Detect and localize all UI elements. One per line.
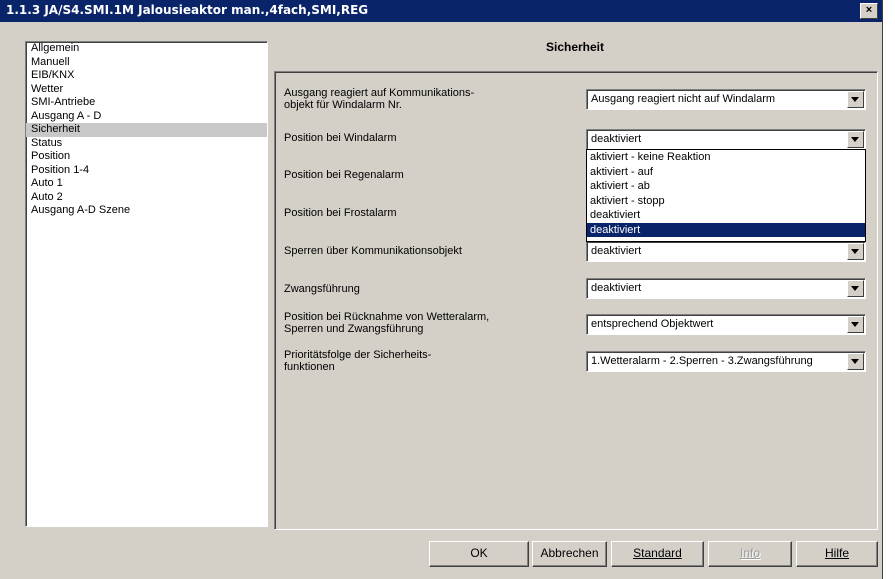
label-line: Position bei Windalarm [284,132,397,144]
param-label-windalarm-objekt: Ausgang reagiert auf Kommunikations- obj… [284,87,474,111]
option-deaktiviert-highlighted[interactable]: deaktiviert [587,222,865,237]
close-button[interactable]: × [860,3,878,19]
chevron-down-icon[interactable] [847,243,864,260]
chevron-down-icon[interactable] [847,91,864,108]
sidebar-item-sicherheit[interactable]: Sicherheit [26,123,267,137]
label-line: Zwangsführung [284,283,360,295]
label-line: Sperren und Zwangsführung [284,323,424,335]
select-value: deaktiviert [591,282,642,294]
help-button[interactable]: Hilfe [796,541,878,567]
position-windalarm-options-list: aktiviert - keine Reaktion aktiviert - a… [586,149,866,242]
label-line: Position bei Frostalarm [284,207,397,219]
param-label-sperren: Sperren über Kommunikationsobjekt [284,245,462,257]
sidebar-item-position-1-4[interactable]: Position 1-4 [26,164,267,178]
zwangsfuehrung-select[interactable]: deaktiviert [586,278,866,299]
window-title: 1.1.3 JA/S4.SMI.1M Jalousieaktor man.,4f… [6,3,369,17]
page-title: Sicherheit [545,40,605,54]
option-aktiviert-auf[interactable]: aktiviert - auf [587,165,865,180]
label-line: Ausgang reagiert auf Kommunikations- [284,87,475,99]
position-windalarm-select[interactable]: deaktiviert [586,129,866,150]
sidebar-item-manuell[interactable]: Manuell [26,56,267,70]
select-value: deaktiviert [591,133,642,145]
windalarm-objekt-select[interactable]: Ausgang reagiert nicht auf Windalarm [586,89,866,110]
label-line: Position bei Regenalarm [284,169,404,181]
chevron-down-icon[interactable] [847,316,864,333]
ruecknahme-select[interactable]: entsprechend Objektwert [586,314,866,335]
param-label-position-windalarm: Position bei Windalarm [284,132,397,144]
prioritaetsfolge-select[interactable]: 1.Wetteralarm - 2.Sperren - 3.Zwangsführ… [586,351,866,372]
dialog-window: 1.1.3 JA/S4.SMI.1M Jalousieaktor man.,4f… [0,0,883,579]
label-line: Prioritätsfolge der Sicherheits- [284,349,432,361]
sidebar-item-allgemein[interactable]: Allgemein [26,42,267,56]
select-value: deaktiviert [591,245,642,257]
ok-button[interactable]: OK [429,541,529,567]
chevron-down-icon[interactable] [847,131,864,148]
sidebar-item-eib-knx[interactable]: EIB/KNX [26,69,267,83]
sidebar-item-auto-2[interactable]: Auto 2 [26,191,267,205]
sidebar-item-position[interactable]: Position [26,150,267,164]
param-label-prioritaetsfolge: Prioritätsfolge der Sicherheits- funktio… [284,349,431,373]
select-value: 1.Wetteralarm - 2.Sperren - 3.Zwangsführ… [591,355,813,367]
chevron-down-icon[interactable] [847,353,864,370]
param-label-ruecknahme: Position bei Rücknahme von Wetteralarm, … [284,311,489,335]
label-line: funktionen [284,361,335,373]
select-value: entsprechend Objektwert [591,318,714,330]
param-label-position-regenalarm: Position bei Regenalarm [284,169,404,181]
option-aktiviert-stopp[interactable]: aktiviert - stopp [587,194,865,209]
parameter-page-list: Allgemein Manuell EIB/KNX Wetter SMI-Ant… [25,41,268,527]
info-button[interactable]: Info [708,541,792,567]
label-line: Position bei Rücknahme von Wetteralarm, [284,311,490,323]
param-label-zwangsfuehrung: Zwangsführung [284,283,360,295]
param-label-position-frostalarm: Position bei Frostalarm [284,207,397,219]
sidebar-item-ausgang-a-d[interactable]: Ausgang A - D [26,110,267,124]
option-aktiviert-ab[interactable]: aktiviert - ab [587,179,865,194]
option-deaktiviert[interactable]: deaktiviert [587,208,865,223]
sidebar-item-ausgang-a-d-szene[interactable]: Ausgang A-D Szene [26,204,267,218]
label-line: Sperren über Kommunikationsobjekt [284,245,462,257]
sidebar-item-auto-1[interactable]: Auto 1 [26,177,267,191]
chevron-down-icon[interactable] [847,280,864,297]
standard-button[interactable]: Standard [611,541,704,567]
sidebar-item-wetter[interactable]: Wetter [26,83,267,97]
sidebar-item-smi-antriebe[interactable]: SMI-Antriebe [26,96,267,110]
select-value: Ausgang reagiert nicht auf Windalarm [591,93,776,105]
option-aktiviert-keine-reaktion[interactable]: aktiviert - keine Reaktion [587,150,865,165]
cancel-button[interactable]: Abbrechen [532,541,607,567]
title-bar[interactable]: 1.1.3 JA/S4.SMI.1M Jalousieaktor man.,4f… [0,0,882,22]
sidebar-item-status[interactable]: Status [26,137,267,151]
label-line: objekt für Windalarm Nr. [284,99,402,111]
sperren-select[interactable]: deaktiviert [586,241,866,262]
